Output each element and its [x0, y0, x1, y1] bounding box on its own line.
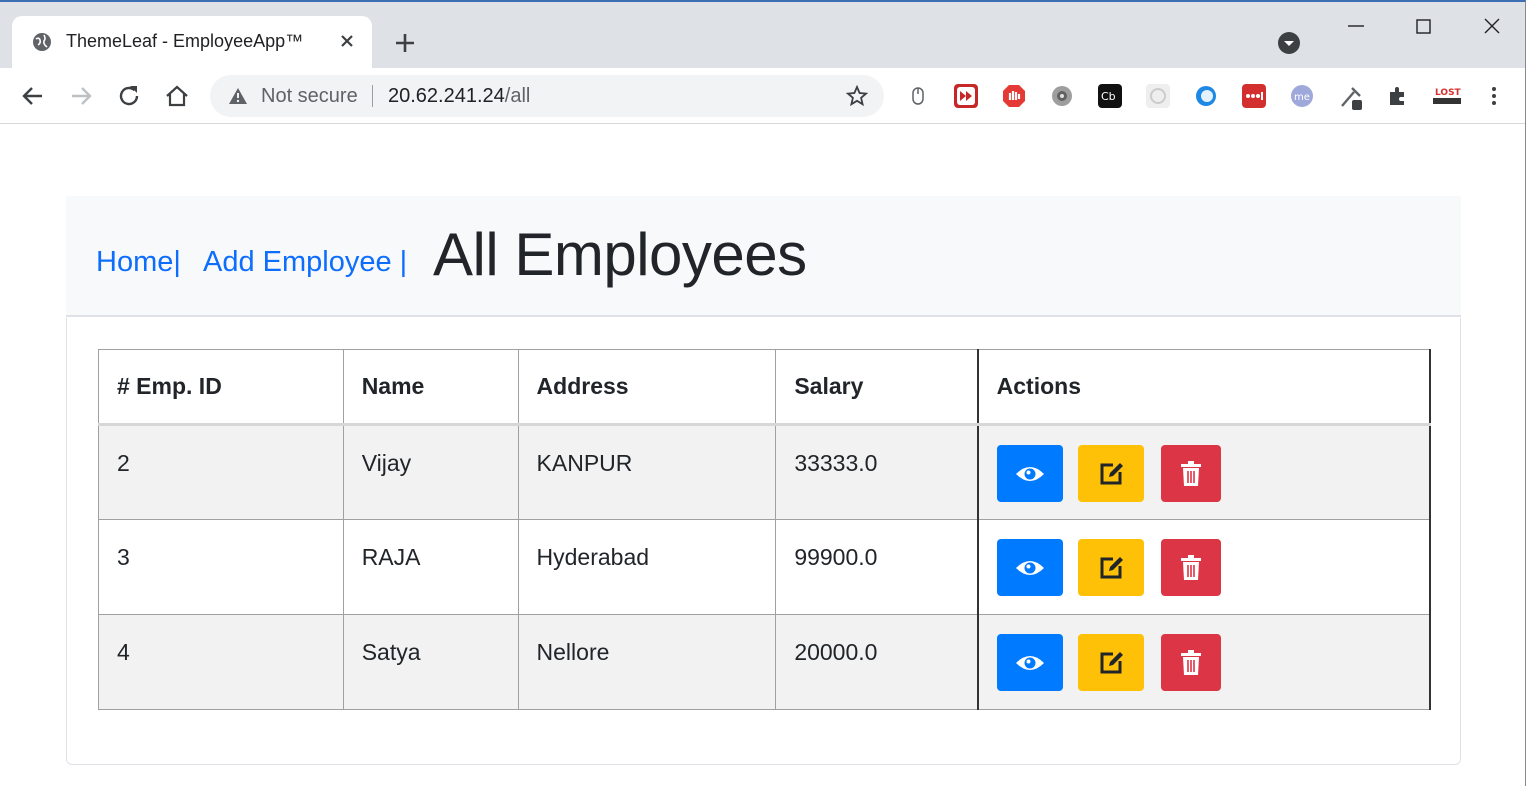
maximize-icon[interactable] — [1400, 12, 1446, 42]
drop-extension-icon[interactable] — [1194, 84, 1218, 108]
view-button[interactable] — [996, 445, 1063, 502]
tab-title: ThemeLeaf - EmployeeApp™ — [66, 31, 304, 51]
trash-icon — [1180, 649, 1201, 675]
globe-icon — [32, 32, 52, 52]
menu-dots-icon[interactable] — [1482, 84, 1506, 108]
svg-text:me: me — [1294, 92, 1310, 103]
page-header: Home| Add Employee | All Employees — [66, 196, 1461, 317]
forward-icon[interactable] — [67, 82, 95, 110]
header-address: Address — [517, 349, 777, 425]
cell-emp-id: 4 — [98, 614, 344, 710]
trash-icon — [1180, 460, 1201, 486]
browser-toolbar: Not secure 20.62.241.24/all Cb me LOST — [0, 68, 1525, 124]
eyedropper-extension-icon[interactable] — [1338, 84, 1362, 110]
svg-text:Cb: Cb — [1101, 90, 1116, 103]
edit-button[interactable] — [1077, 445, 1144, 502]
edit-icon — [1100, 462, 1123, 484]
delete-button[interactable] — [1160, 445, 1221, 502]
security-label[interactable]: Not secure — [261, 85, 358, 108]
header-emp-id: # Emp. ID — [98, 349, 344, 425]
url-text[interactable]: 20.62.241.24/all — [388, 85, 530, 108]
url-path: /all — [504, 85, 531, 107]
view-button[interactable] — [996, 539, 1063, 596]
eye-icon — [1015, 560, 1044, 575]
edit-icon — [1100, 556, 1123, 578]
warning-icon[interactable] — [228, 87, 248, 105]
cell-address: KANPUR — [517, 424, 777, 520]
view-button[interactable] — [996, 634, 1063, 691]
edit-button[interactable] — [1077, 634, 1144, 691]
page-title: All Employees — [433, 221, 807, 288]
cell-name: Vijay — [342, 424, 519, 520]
mouse-extension-icon[interactable] — [906, 84, 930, 108]
omnibox-divider — [372, 85, 373, 107]
url-host: 20.62.241.24 — [388, 85, 505, 107]
cell-name: RAJA — [342, 519, 519, 615]
adblock-extension-icon[interactable] — [1002, 84, 1026, 108]
cell-salary: 99900.0 — [775, 519, 979, 615]
home-icon[interactable] — [163, 82, 191, 110]
employee-card: # Emp. ID Name Address Salary Actions 2 … — [66, 318, 1461, 765]
cell-name: Satya — [342, 614, 519, 710]
reload-icon[interactable] — [115, 82, 143, 110]
cell-emp-id: 3 — [98, 519, 344, 615]
cell-actions — [976, 519, 1432, 615]
tab-strip: ThemeLeaf - EmployeeApp™ — [0, 2, 1525, 68]
table-row: 3 RAJA Hyderabad 99900.0 — [98, 519, 1432, 615]
active-tab[interactable]: ThemeLeaf - EmployeeApp™ — [12, 16, 372, 68]
trash-icon — [1180, 554, 1201, 580]
header-name: Name — [342, 349, 519, 425]
delete-button[interactable] — [1160, 634, 1221, 691]
cell-address: Nellore — [517, 614, 777, 710]
me-extension-icon[interactable]: me — [1290, 84, 1314, 108]
fastforward-extension-icon[interactable] — [954, 84, 978, 108]
star-icon[interactable] — [845, 84, 869, 107]
cell-salary: 20000.0 — [775, 614, 979, 710]
cell-emp-id: 2 — [98, 424, 344, 520]
employee-table: # Emp. ID Name Address Salary Actions 2 … — [98, 349, 1432, 710]
tab-search-icon[interactable] — [1276, 30, 1302, 56]
delete-button[interactable] — [1160, 539, 1221, 596]
close-icon[interactable] — [334, 28, 360, 54]
address-bar[interactable]: Not secure 20.62.241.24/all — [210, 75, 884, 117]
svg-text:LOST: LOST — [1435, 88, 1462, 98]
header-salary: Salary — [775, 349, 979, 425]
puzzle-icon[interactable] — [1386, 84, 1410, 108]
header-actions: Actions — [976, 349, 1432, 425]
back-icon[interactable] — [19, 82, 47, 110]
table-row: 2 Vijay KANPUR 33333.0 — [98, 424, 1432, 520]
cell-salary: 33333.0 — [775, 424, 979, 520]
dots-extension-icon[interactable] — [1242, 84, 1266, 108]
lost-extension-icon[interactable]: LOST — [1432, 84, 1462, 108]
minimize-icon[interactable] — [1334, 12, 1380, 42]
edit-button[interactable] — [1077, 539, 1144, 596]
gear-extension-icon[interactable] — [1050, 84, 1074, 108]
add-employee-link[interactable]: Add Employee | — [203, 246, 407, 279]
cb-extension-icon[interactable]: Cb — [1098, 84, 1122, 108]
eye-icon — [1015, 655, 1044, 670]
browser-window: ThemeLeaf - EmployeeApp™ Not secure 20.6… — [0, 0, 1526, 786]
table-row: 4 Satya Nellore 20000.0 — [98, 614, 1432, 710]
faded-extension-icon[interactable] — [1146, 84, 1170, 108]
page-content: Home| Add Employee | All Employees # Emp… — [0, 125, 1525, 786]
cell-actions — [976, 424, 1432, 520]
plus-icon[interactable] — [388, 26, 422, 60]
window-close-icon[interactable] — [1468, 12, 1514, 42]
cell-address: Hyderabad — [517, 519, 777, 615]
edit-icon — [1100, 651, 1123, 673]
cell-actions — [976, 614, 1432, 710]
home-link[interactable]: Home| — [96, 246, 181, 279]
eye-icon — [1015, 466, 1044, 481]
table-header-row: # Emp. ID Name Address Salary Actions — [98, 349, 1432, 425]
